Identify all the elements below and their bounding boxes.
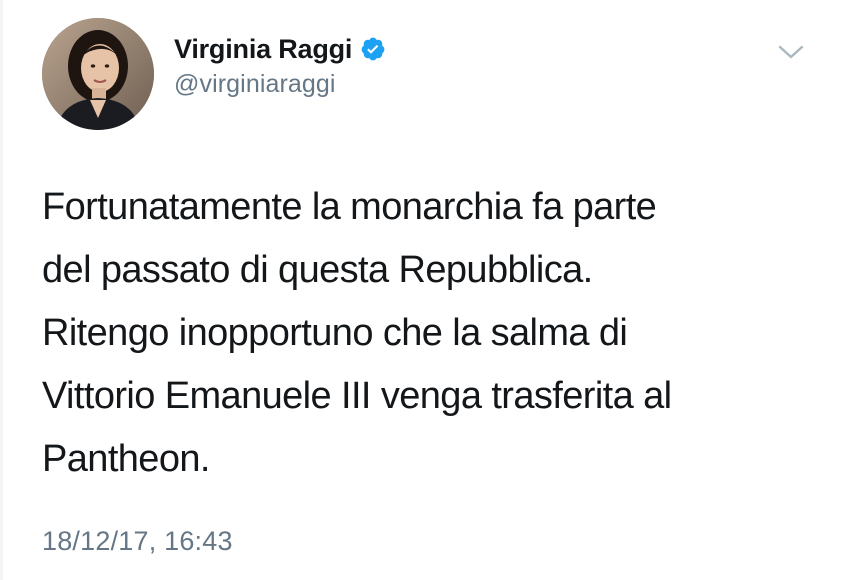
name-row: Virginia Raggi xyxy=(174,30,386,68)
avatar[interactable] xyxy=(42,18,154,130)
display-name[interactable]: Virginia Raggi xyxy=(174,34,352,65)
tweet-text: Fortunatamente la monarchia fa parte del… xyxy=(42,186,672,480)
chevron-down-icon[interactable] xyxy=(776,42,806,62)
card-edge xyxy=(0,0,3,580)
tweet-card: Virginia Raggi @virginiaraggi Fortunatam… xyxy=(0,0,841,580)
tweet-header: Virginia Raggi @virginiaraggi xyxy=(174,30,386,99)
avatar-image xyxy=(42,18,154,130)
tweet-timestamp[interactable]: 18/12/17, 16:43 xyxy=(42,526,233,557)
user-handle[interactable]: @virginiaraggi xyxy=(174,70,386,99)
verified-badge-icon xyxy=(360,36,386,62)
